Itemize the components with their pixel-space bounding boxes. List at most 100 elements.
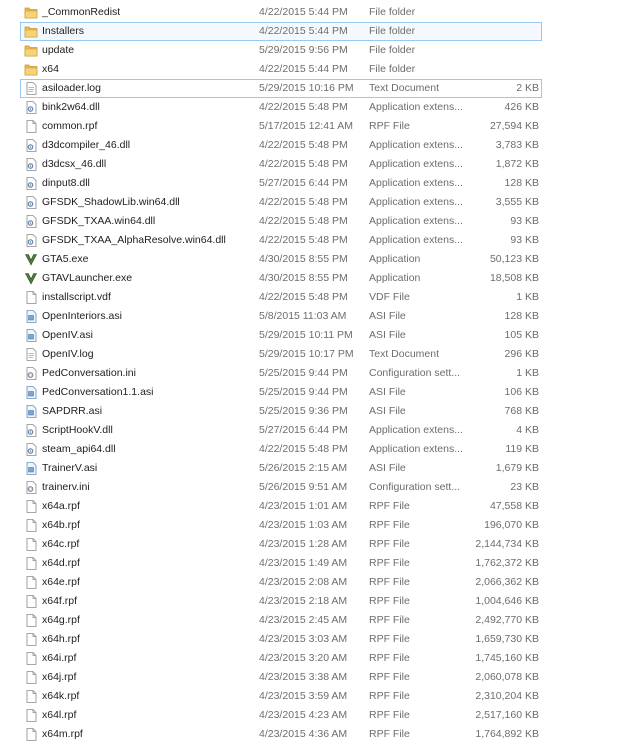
file-row[interactable]: steam_api64.dll 4/22/2015 5:48 PM Applicat… — [0, 440, 628, 459]
file-name: x64a.rpf — [42, 500, 80, 512]
file-size: 1,679 KB — [495, 462, 539, 474]
file-type: Text Document — [369, 82, 440, 94]
file-row[interactable]: bink2w64.dll 4/22/2015 5:48 PM Application… — [0, 98, 628, 117]
file-row[interactable]: x64i.rpf 4/23/2015 3:20 AM RPF File 1,745,1… — [0, 649, 628, 668]
file-row[interactable]: TrainerV.asi 5/26/2015 2:15 AM ASI File 1,6… — [0, 459, 628, 478]
file-row[interactable]: d3dcompiler_46.dll 4/22/2015 5:48 PM Appli… — [0, 136, 628, 155]
file-row[interactable]: update 5/29/2015 9:56 PM File folder — [0, 41, 628, 60]
file-row[interactable]: x64j.rpf 4/23/2015 3:38 AM RPF File 2,060,0… — [0, 668, 628, 687]
file-row[interactable]: common.rpf 5/17/2015 12:41 AM RPF File 27,5… — [0, 117, 628, 136]
file-row[interactable]: x64a.rpf 4/23/2015 1:01 AM RPF File 47,558 … — [0, 497, 628, 516]
file-row[interactable]: OpenInteriors.asi 5/8/2015 11:03 AM ASI Fi… — [0, 307, 628, 326]
file-row[interactable]: x64f.rpf 4/23/2015 2:18 AM RPF File 1,004,6… — [0, 592, 628, 611]
file-size: 128 KB — [504, 310, 539, 322]
file-type: ASI File — [369, 405, 406, 417]
file-type: File folder — [369, 25, 416, 37]
file-name: x64j.rpf — [42, 671, 77, 683]
text-file-icon — [24, 348, 38, 361]
file-size: 4 KB — [516, 424, 539, 436]
file-row[interactable]: GFSDK_TXAA.win64.dll 4/22/2015 5:48 PM App… — [0, 212, 628, 231]
blank-file-icon — [24, 671, 38, 684]
file-name: x64m.rpf — [42, 728, 83, 740]
file-row[interactable]: x64g.rpf 4/23/2015 2:45 AM RPF File 2,492,7… — [0, 611, 628, 630]
file-row[interactable]: x64c.rpf 4/23/2015 1:28 AM RPF File 2,144,7… — [0, 535, 628, 554]
file-row[interactable]: x64l.rpf 4/23/2015 4:23 AM RPF File 2,517,1… — [0, 706, 628, 725]
folder-icon — [24, 63, 38, 76]
file-type: Application extens... — [369, 139, 463, 151]
file-name: update — [42, 44, 75, 56]
file-size: 296 KB — [504, 348, 539, 360]
file-date-modified: 5/25/2015 9:44 PM — [259, 386, 348, 398]
file-date-modified: 4/22/2015 5:48 PM — [259, 291, 348, 303]
file-name: x64e.rpf — [42, 576, 80, 588]
file-date-modified: 5/29/2015 10:17 PM — [259, 348, 354, 360]
file-type: Configuration sett... — [369, 367, 461, 379]
file-type: ASI File — [369, 462, 406, 474]
file-type: ASI File — [369, 386, 406, 398]
file-row[interactable]: PedConversation1.1.asi 5/25/2015 9:44 PM A… — [0, 383, 628, 402]
file-date-modified: 4/22/2015 5:48 PM — [259, 443, 348, 455]
gta-v-icon — [24, 253, 38, 266]
file-date-modified: 4/22/2015 5:48 PM — [259, 101, 348, 113]
file-name: GTAVLauncher.exe — [42, 272, 133, 284]
file-name: common.rpf — [42, 120, 98, 132]
file-type: Application extens... — [369, 443, 463, 455]
file-row[interactable]: Installers 4/22/2015 5:44 PM File folder — [20, 22, 542, 41]
file-date-modified: 5/29/2015 10:11 PM — [259, 329, 353, 341]
file-size: 2,066,362 KB — [475, 576, 539, 588]
file-type: RPF File — [369, 120, 410, 132]
blank-file-icon — [24, 690, 38, 703]
file-row[interactable]: d3dcsx_46.dll 4/22/2015 5:48 PM Applicatio… — [0, 155, 628, 174]
file-name: d3dcompiler_46.dll — [42, 139, 131, 151]
file-type: Application — [369, 272, 421, 284]
file-row[interactable]: x64e.rpf 4/23/2015 2:08 AM RPF File 2,066,3… — [0, 573, 628, 592]
file-type: Configuration sett... — [369, 481, 461, 493]
blank-file-icon — [24, 728, 38, 741]
file-date-modified: 4/30/2015 8:55 PM — [259, 272, 348, 284]
dll-file-icon — [24, 424, 38, 437]
file-row[interactable]: _CommonRedist 4/22/2015 5:44 PM File folde… — [0, 3, 628, 22]
file-name: x64i.rpf — [42, 652, 77, 664]
file-row[interactable]: trainerv.ini 5/26/2015 9:51 AM Configurati… — [0, 478, 628, 497]
file-size: 1 KB — [516, 291, 539, 303]
file-row[interactable]: SAPDRR.asi 5/25/2015 9:36 PM ASI File 768 K… — [0, 402, 628, 421]
gta-v-icon — [24, 272, 38, 285]
file-row[interactable]: OpenIV.asi 5/29/2015 10:11 PM ASI File 105 … — [0, 326, 628, 345]
file-size: 1,004,646 KB — [475, 595, 539, 607]
file-row[interactable]: x64m.rpf 4/23/2015 4:36 AM RPF File 1,764,8… — [0, 725, 628, 744]
file-row[interactable]: GTAVLauncher.exe 4/30/2015 8:55 PM Applica… — [0, 269, 628, 288]
file-row[interactable]: ScriptHookV.dll 5/27/2015 6:44 PM Applicat… — [0, 421, 628, 440]
file-size: 18,508 KB — [489, 272, 539, 284]
file-date-modified: 4/23/2015 3:38 AM — [259, 671, 348, 683]
file-row[interactable]: GTA5.exe 4/30/2015 8:55 PM Application 50,1… — [0, 250, 628, 269]
file-type: ASI File — [369, 310, 406, 322]
file-row[interactable]: x64d.rpf 4/23/2015 1:49 AM RPF File 1,762,3… — [0, 554, 628, 573]
file-date-modified: 4/22/2015 5:48 PM — [259, 158, 348, 170]
file-date-modified: 4/23/2015 2:18 AM — [259, 595, 348, 607]
file-row[interactable]: x64 4/22/2015 5:44 PM File folder — [0, 60, 628, 79]
file-type: RPF File — [369, 709, 410, 721]
file-row[interactable]: x64b.rpf 4/23/2015 1:03 AM RPF File 196,070… — [0, 516, 628, 535]
scrollbar-track[interactable] — [622, 0, 628, 750]
file-type: Application extens... — [369, 101, 463, 113]
file-size: 2 KB — [516, 82, 539, 94]
file-row[interactable]: dinput8.dll 5/27/2015 6:44 PM Application … — [0, 174, 628, 193]
file-row[interactable]: PedConversation.ini 5/25/2015 9:44 PM Conf… — [0, 364, 628, 383]
file-row[interactable]: installscript.vdf 4/22/2015 5:48 PM VDF Fi… — [0, 288, 628, 307]
file-date-modified: 4/23/2015 3:59 AM — [259, 690, 348, 702]
file-row[interactable]: GFSDK_TXAA_AlphaResolve.win64.dll 4/22/20… — [0, 231, 628, 250]
file-row[interactable]: GFSDK_ShadowLib.win64.dll 4/22/2015 5:48 … — [0, 193, 628, 212]
file-row[interactable]: OpenIV.log 5/29/2015 10:17 PM Text Documen… — [0, 345, 628, 364]
file-row[interactable]: asiloader.log 5/29/2015 10:16 PM Text Docu… — [20, 79, 542, 98]
file-name: trainerv.ini — [42, 481, 90, 493]
file-date-modified: 5/26/2015 9:51 AM — [259, 481, 348, 493]
file-row[interactable]: x64k.rpf 4/23/2015 3:59 AM RPF File 2,310,2… — [0, 687, 628, 706]
dll-file-icon — [24, 101, 38, 114]
file-size: 1,764,892 KB — [475, 728, 539, 740]
file-name: SAPDRR.asi — [42, 405, 103, 417]
file-type: Application extens... — [369, 215, 463, 227]
file-row[interactable]: x64h.rpf 4/23/2015 3:03 AM RPF File 1,659,7… — [0, 630, 628, 649]
file-type: RPF File — [369, 728, 410, 740]
file-size: 119 KB — [505, 443, 539, 455]
file-date-modified: 4/23/2015 1:01 AM — [259, 500, 348, 512]
